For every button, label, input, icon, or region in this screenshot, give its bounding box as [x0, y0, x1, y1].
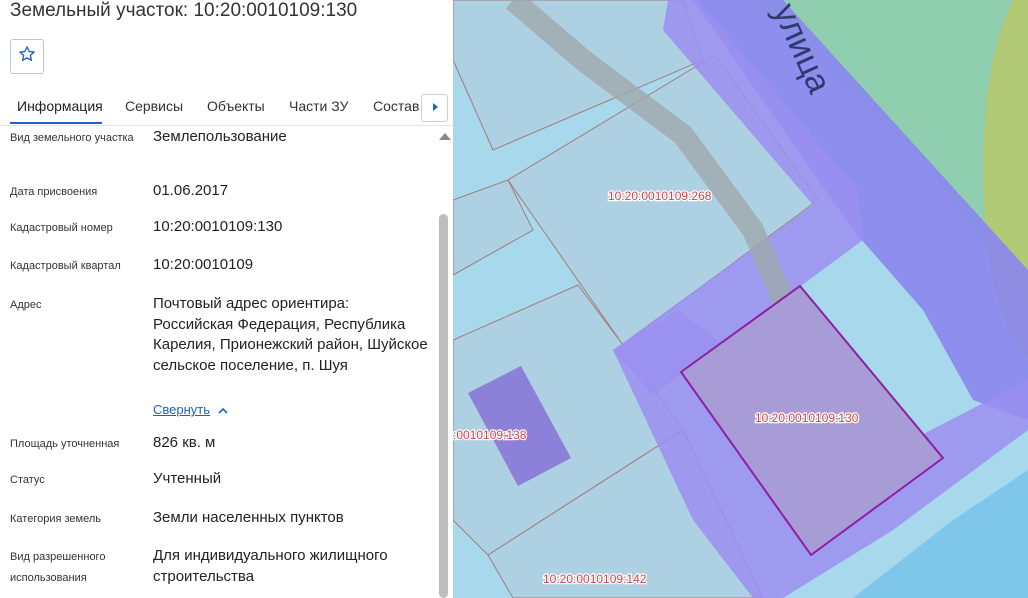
page-title: Земельный участок: 10:20:0010109:130 [10, 0, 358, 21]
field-label-cadastral-number: Кадастровый номер [10, 222, 113, 234]
field-value-cadastral-quarter: 10:20:0010109 [153, 256, 254, 273]
parcel-label-138: :0010109:138 [453, 428, 527, 442]
field-value-status: Учтенный [153, 470, 222, 487]
favorite-button[interactable] [10, 39, 44, 74]
star-outline-icon [18, 45, 36, 68]
chevron-up-icon [218, 402, 228, 417]
field-value-area: 826 кв. м [153, 434, 216, 451]
field-label-status: Статус [10, 474, 45, 486]
field-label-area: Площадь уточненная [10, 438, 120, 450]
tab-bar: Информация Сервисы Объекты Части ЗУ Сост… [0, 90, 453, 126]
tab-composition[interactable]: Состав [373, 98, 419, 114]
parcel-label-268: 10:20:0010109:268 [608, 189, 712, 203]
tab-parcel-parts[interactable]: Части ЗУ [289, 98, 348, 114]
field-value-parcel-type: Землепользование [153, 128, 287, 145]
field-label-cadastral-quarter: Кадастровый квартал [10, 260, 121, 272]
parcel-label-130: 10:20:0010109:130 [755, 411, 859, 425]
field-value-cadastral-number: 10:20:0010109:130 [153, 218, 283, 235]
field-label-address: Адрес [10, 299, 42, 311]
collapse-link[interactable]: Свернуть [153, 402, 228, 417]
tab-objects[interactable]: Объекты [207, 98, 265, 114]
tab-services[interactable]: Сервисы [125, 98, 183, 114]
scrollbar-thumb[interactable] [439, 214, 448, 598]
field-value-assignment-date: 01.06.2017 [153, 182, 229, 199]
scroll-up-arrow-icon[interactable] [439, 133, 451, 140]
info-panel: Земельный участок: 10:20:0010109:130 Инф… [0, 0, 453, 598]
map-canvas[interactable]: 10:20:0010109:268 10:20:0010109:130 :001… [453, 0, 1028, 598]
field-label-assignment-date: Дата присвоения [10, 186, 98, 198]
tab-information[interactable]: Информация [17, 98, 103, 114]
field-value-permitted-use: Для индивидуального жилищного строительс… [153, 547, 388, 585]
caret-right-icon [431, 99, 439, 117]
field-value-address: Почтовый адрес ориентира: Российская Фед… [153, 295, 428, 374]
field-value-land-category: Земли населенных пунктов [153, 509, 344, 526]
parcel-label-142: 10:20:0010109:142 [543, 572, 647, 586]
info-content: Вид земельного участка Землепользование … [0, 126, 437, 598]
field-label-permitted-use: Вид разрешенного использования [10, 551, 106, 584]
field-label-parcel-type: Вид земельного участка [10, 132, 134, 144]
scrollbar[interactable] [437, 126, 453, 598]
field-label-land-category: Категория земель [10, 513, 101, 525]
map-view[interactable]: 10:20:0010109:268 10:20:0010109:130 :001… [453, 0, 1028, 598]
active-tab-indicator [10, 122, 102, 124]
tabs-scroll-right-button[interactable] [421, 94, 448, 122]
collapse-link-text: Свернуть [153, 402, 211, 417]
